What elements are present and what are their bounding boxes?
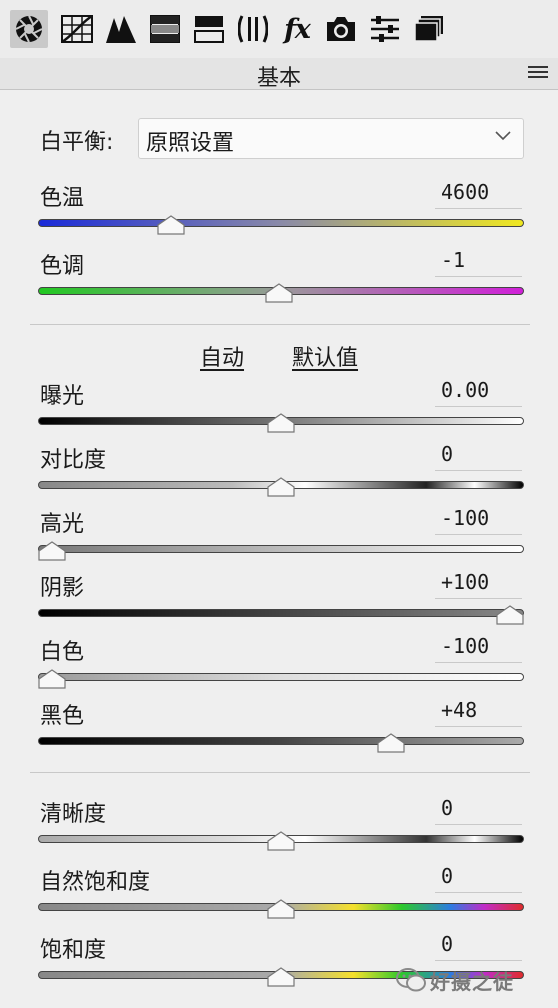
exposure-label: 曝光	[40, 384, 85, 409]
tint-slider-thumb[interactable]	[265, 283, 293, 303]
presets-tab[interactable]	[368, 12, 402, 46]
lens-correction-tab[interactable]	[236, 12, 270, 46]
clarity-value[interactable]: 0	[435, 796, 522, 825]
shadows-label: 阴影	[40, 576, 85, 601]
whites-value[interactable]: -100	[435, 634, 522, 663]
white-balance-select[interactable]: 原照设置	[138, 118, 524, 159]
lens-correction-icon	[238, 15, 268, 43]
contrast-label: 对比度	[40, 448, 107, 473]
detail-tab[interactable]	[104, 12, 138, 46]
default-button[interactable]: 默认值	[292, 340, 358, 372]
exposure-slider-thumb[interactable]	[267, 413, 295, 433]
split-toning-icon	[194, 16, 224, 43]
highlights-slider-thumb[interactable]	[38, 541, 66, 561]
vibrance-label: 自然饱和度	[40, 870, 151, 895]
hsl-tab[interactable]	[148, 12, 182, 46]
temp-slider-thumb[interactable]	[157, 215, 185, 235]
blacks-slider-thumb[interactable]	[377, 733, 405, 753]
tone-curve-icon	[61, 15, 93, 43]
shadows-slider-thumb[interactable]	[496, 605, 524, 625]
camera-calibration-tab[interactable]	[324, 12, 358, 46]
contrast-slider-thumb[interactable]	[267, 477, 295, 497]
whites-track[interactable]	[38, 673, 524, 681]
white-balance-value: 原照设置	[146, 131, 235, 156]
contrast-value[interactable]: 0	[435, 442, 522, 471]
wechat-icon	[396, 968, 426, 992]
saturation-value[interactable]: 0	[435, 932, 522, 961]
watermark-text: 好摄之徒	[430, 969, 514, 994]
snapshots-tab[interactable]	[412, 12, 446, 46]
blacks-track[interactable]	[38, 737, 524, 745]
saturation-slider-thumb[interactable]	[267, 967, 295, 987]
hamburger-menu-icon[interactable]	[528, 66, 548, 80]
whites-label: 白色	[40, 640, 85, 665]
effects-tab[interactable]: fx	[280, 12, 314, 46]
shadows-value[interactable]: +100	[435, 570, 522, 599]
effects-icon: fx	[284, 13, 311, 45]
sliders-icon	[371, 16, 399, 42]
temp-label: 色温	[40, 186, 85, 211]
highlights-value[interactable]: -100	[435, 506, 522, 535]
saturation-label: 饱和度	[40, 938, 107, 963]
clarity-slider-thumb[interactable]	[267, 831, 295, 851]
section-divider	[30, 324, 530, 325]
tint-value[interactable]: -1	[435, 248, 522, 277]
vibrance-slider-thumb[interactable]	[267, 899, 295, 919]
hsl-icon	[150, 15, 180, 43]
split-toning-tab[interactable]	[192, 12, 226, 46]
temp-value[interactable]: 4600	[435, 180, 522, 209]
detail-icon	[106, 16, 136, 43]
blacks-label: 黑色	[40, 704, 85, 729]
tone-curve-tab[interactable]	[60, 12, 94, 46]
watermark: 好摄之徒	[396, 960, 556, 1000]
white-balance-label: 白平衡:	[40, 130, 114, 155]
highlights-track[interactable]	[38, 545, 524, 553]
chevron-down-icon	[495, 131, 511, 141]
whites-slider-thumb[interactable]	[38, 669, 66, 689]
exposure-value[interactable]: 0.00	[435, 378, 522, 407]
snapshots-icon	[414, 16, 443, 42]
tint-label: 色调	[40, 254, 85, 279]
highlights-label: 高光	[40, 512, 85, 537]
panel-title: 基本	[256, 66, 301, 91]
basic-panel-tab[interactable]	[10, 10, 48, 48]
auto-button[interactable]: 自动	[200, 340, 244, 372]
camera-icon	[327, 17, 355, 41]
clarity-label: 清晰度	[40, 802, 107, 827]
vibrance-value[interactable]: 0	[435, 864, 522, 893]
section-divider	[30, 772, 530, 773]
panel-header: 基本	[0, 58, 558, 91]
temp-track[interactable]	[38, 219, 524, 227]
blacks-value[interactable]: +48	[435, 698, 522, 727]
shadows-track[interactable]	[38, 609, 524, 617]
aperture-icon	[15, 15, 43, 43]
panel-toolbar: fx	[0, 0, 558, 58]
